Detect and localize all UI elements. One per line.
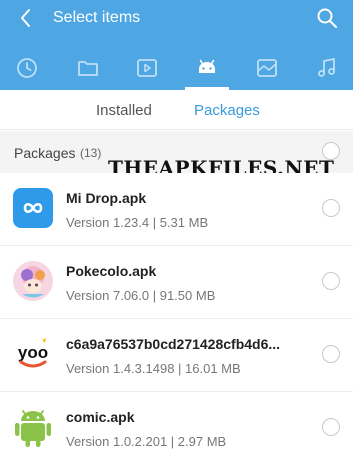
app-bar: Select items bbox=[0, 0, 353, 90]
select-radio[interactable] bbox=[322, 272, 340, 290]
folder-icon bbox=[78, 61, 98, 76]
android-app-icon bbox=[13, 407, 53, 447]
list-item[interactable]: yoo c6a9a76537b0cd271428cfb4d6... Versio… bbox=[0, 319, 353, 392]
tab-recent[interactable] bbox=[14, 55, 40, 81]
search-icon bbox=[317, 8, 337, 28]
package-name: c6a9a76537b0cd271428cfb4d6... bbox=[66, 336, 281, 352]
back-button[interactable] bbox=[14, 6, 38, 30]
pokecolo-app-icon bbox=[13, 261, 53, 301]
list-item[interactable]: Pokecolo.apk Version 7.06.0 | 91.50 MB bbox=[0, 246, 353, 319]
yoo-app-icon: yoo bbox=[13, 334, 53, 374]
select-radio[interactable] bbox=[322, 199, 340, 217]
select-radio[interactable] bbox=[322, 345, 340, 363]
tab-music[interactable] bbox=[314, 55, 340, 81]
subtab-bar: Installed Packages bbox=[0, 90, 353, 130]
group-count: (13) bbox=[80, 146, 102, 160]
package-name: Pokecolo.apk bbox=[66, 263, 157, 279]
android-icon bbox=[199, 59, 215, 73]
package-name: comic.apk bbox=[66, 409, 135, 425]
image-icon bbox=[257, 59, 277, 77]
tab-installed[interactable]: Installed bbox=[96, 102, 152, 120]
package-meta: Version 1.23.4 | 5.31 MB bbox=[66, 215, 209, 230]
select-radio[interactable] bbox=[322, 418, 340, 436]
svg-text:yoo: yoo bbox=[18, 343, 48, 362]
music-icon bbox=[318, 58, 335, 77]
tab-folders[interactable] bbox=[75, 55, 101, 81]
back-arrow-icon bbox=[21, 9, 30, 27]
tab-packages[interactable]: Packages bbox=[194, 102, 260, 120]
package-meta: Version 1.4.3.1498 | 16.01 MB bbox=[66, 361, 241, 376]
package-meta: Version 7.06.0 | 91.50 MB bbox=[66, 288, 216, 303]
group-title: Packages bbox=[14, 145, 76, 161]
clock-icon bbox=[17, 58, 37, 78]
search-button[interactable] bbox=[315, 6, 339, 30]
package-meta: Version 1.0.2.201 | 2.97 MB bbox=[66, 434, 227, 449]
tab-videos[interactable] bbox=[134, 55, 160, 81]
page-title: Select items bbox=[53, 9, 141, 26]
tab-images[interactable] bbox=[254, 55, 280, 81]
list-item[interactable]: Mi Drop.apk Version 1.23.4 | 5.31 MB bbox=[0, 173, 353, 246]
video-icon bbox=[137, 59, 157, 77]
list-item[interactable]: comic.apk Version 1.0.2.201 | 2.97 MB bbox=[0, 392, 353, 454]
tab-apps[interactable] bbox=[194, 55, 220, 81]
mi-drop-app-icon bbox=[13, 188, 53, 228]
package-name: Mi Drop.apk bbox=[66, 190, 147, 206]
